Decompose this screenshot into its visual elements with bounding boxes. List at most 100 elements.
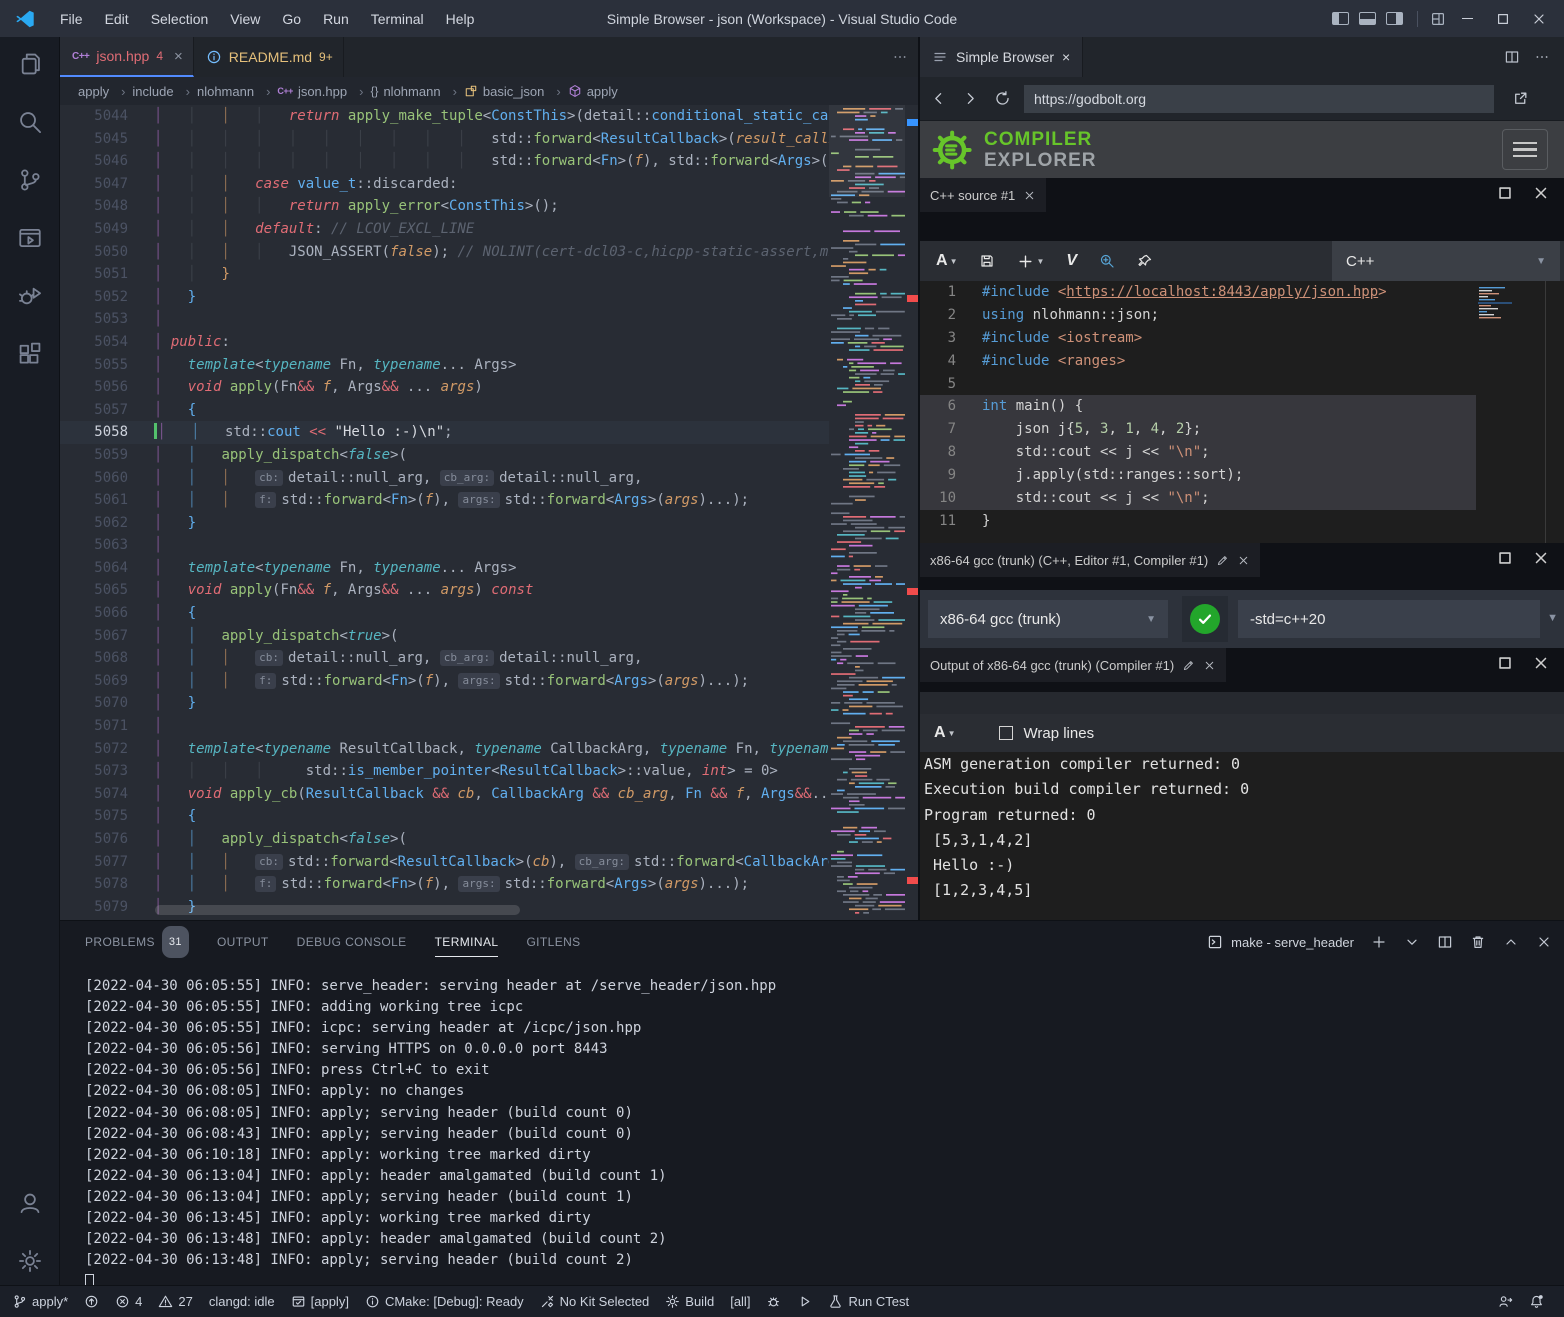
open-external-icon[interactable]: [1506, 85, 1534, 113]
code-line[interactable]: 5062│ }: [60, 512, 829, 535]
ce-code-line[interactable]: 9 j.apply(std::ranges::sort);: [920, 464, 1476, 487]
ce-code-line[interactable]: 8 std::cout << j << "\n";: [920, 441, 1476, 464]
ce-code-line[interactable]: 4#include <ranges>: [920, 350, 1476, 373]
edit-icon[interactable]: [1182, 659, 1195, 672]
ce-output-text[interactable]: ASM generation compiler returned: 0Execu…: [920, 752, 1564, 920]
editor-more-actions[interactable]: [892, 37, 920, 77]
code-line[interactable]: 5059│ │ apply_dispatch<false>(: [60, 444, 829, 467]
ce-code-line[interactable]: 11}: [920, 510, 1476, 533]
breadcrumb-item-json.hpp[interactable]: C++json.hpp: [277, 84, 370, 99]
code-line[interactable]: 5078│ │ │ f:std::forward<Fn>(f), args:st…: [60, 873, 829, 896]
minimize-icon[interactable]: [1452, 4, 1482, 34]
menu-run[interactable]: Run: [312, 11, 360, 27]
maximize-pane-icon[interactable]: [1496, 549, 1514, 567]
reload-icon[interactable]: [988, 85, 1016, 113]
url-input[interactable]: [1024, 85, 1494, 113]
close-browser-tab-icon[interactable]: ×: [1062, 49, 1070, 65]
code-line[interactable]: 5054│ public:: [60, 331, 829, 354]
editor-tab-README.md[interactable]: README.md9+: [194, 37, 344, 77]
activitybar-debug[interactable]: [0, 272, 60, 320]
breadcrumb-item-apply[interactable]: apply: [568, 84, 618, 99]
code-line[interactable]: 5045│ │ │ │ │ │ │ │ │ │ std::forward<Res…: [60, 128, 829, 151]
code-line[interactable]: 5075│ {: [60, 805, 829, 828]
close-icon[interactable]: [1237, 554, 1250, 567]
activitybar-account[interactable]: [0, 1179, 60, 1227]
customize-layout-icon[interactable]: [1430, 11, 1446, 27]
pin-icon[interactable]: [1137, 253, 1153, 269]
terminal-dropdown-icon[interactable]: [1404, 934, 1420, 950]
code-line[interactable]: 5049│ │ │ default: // LCOV_EXCL_LINE: [60, 218, 829, 241]
font-size-button[interactable]: A▼: [934, 724, 955, 742]
ce-source-tab[interactable]: C++ source #1: [920, 178, 1046, 212]
editor-tab-json.hpp[interactable]: C++json.hpp4×: [60, 37, 194, 77]
compiler-select[interactable]: x86-64 gcc (trunk)▼: [928, 600, 1168, 638]
code-line[interactable]: 5063│: [60, 534, 829, 557]
save-icon[interactable]: [979, 253, 995, 269]
code-line[interactable]: 5055│ template<typename Fn, typename... …: [60, 354, 829, 377]
code-line[interactable]: 5060│ │ │ cb:detail::null_arg, cb_arg:de…: [60, 467, 829, 490]
options-dropdown-icon[interactable]: ▼: [1547, 612, 1558, 624]
menu-view[interactable]: View: [219, 11, 271, 27]
ce-code-line[interactable]: 10 std::cout << j << "\n";: [920, 487, 1476, 510]
activitybar-source-control[interactable]: [0, 156, 60, 204]
status-item-apply-[interactable]: apply*: [12, 1294, 68, 1309]
language-select[interactable]: C++▼: [1332, 241, 1560, 281]
status-item-no-kit-selected[interactable]: No Kit Selected: [540, 1294, 650, 1309]
compiler-options-input[interactable]: -std=c++20: [1238, 600, 1540, 638]
close-panel-icon[interactable]: [1536, 934, 1552, 950]
code-line[interactable]: 5050│ │ │ │ JSON_ASSERT(false); // NOLIN…: [60, 241, 829, 264]
code-line[interactable]: 5069│ │ │ f:std::forward<Fn>(f), args:st…: [60, 670, 829, 693]
status-item-4[interactable]: 4: [115, 1294, 142, 1309]
code-line[interactable]: 5047│ │ │ case value_t::discarded:: [60, 173, 829, 196]
ce-code-line[interactable]: 7 json j{5, 3, 1, 4, 2};: [920, 418, 1476, 441]
ce-code-line[interactable]: 3#include <iostream>: [920, 327, 1476, 350]
breadcrumb-item-include[interactable]: include: [132, 84, 197, 99]
wrap-lines-checkbox[interactable]: [999, 726, 1013, 740]
activitybar-test[interactable]: [0, 214, 60, 262]
close-icon[interactable]: [1203, 659, 1216, 672]
toggle-panel-icon[interactable]: [1359, 12, 1376, 25]
ce-output-tab[interactable]: Output of x86-64 gcc (trunk) (Compiler #…: [920, 648, 1226, 682]
split-editor-icon[interactable]: [1504, 49, 1520, 65]
maximize-pane-icon[interactable]: [1496, 184, 1514, 202]
close-window-icon[interactable]: [1524, 4, 1554, 34]
edit-icon[interactable]: [1216, 554, 1229, 567]
ce-code-line[interactable]: 2using nlohmann::json;: [920, 304, 1476, 327]
simple-browser-tab[interactable]: Simple Browser ×: [920, 37, 1083, 77]
code-line[interactable]: 5061│ │ │ f:std::forward<Fn>(f), args:st…: [60, 489, 829, 512]
ce-code-editor[interactable]: 1#include <https://localhost:8443/apply/…: [920, 281, 1564, 543]
code-line[interactable]: 5074│ void apply_cb(ResultCallback && cb…: [60, 783, 829, 806]
code-line[interactable]: 5077│ │ │ cb:std::forward<ResultCallback…: [60, 851, 829, 874]
code-editor[interactable]: 5044│ │ │ │ return apply_make_tuple<Cons…: [60, 105, 829, 920]
code-line[interactable]: 5068│ │ │ cb:detail::null_arg, cb_arg:de…: [60, 647, 829, 670]
menu-selection[interactable]: Selection: [140, 11, 220, 27]
status-item[interactable]: [766, 1294, 781, 1309]
status-item[interactable]: [797, 1294, 812, 1309]
ce-compiler-tab[interactable]: x86-64 gcc (trunk) (C++, Editor #1, Comp…: [920, 543, 1260, 577]
code-line[interactable]: 5072│ template<typename ResultCallback, …: [60, 738, 829, 761]
new-terminal-icon[interactable]: [1371, 934, 1387, 950]
minimap-slider[interactable]: [829, 105, 905, 197]
breadcrumb-item-apply[interactable]: apply: [78, 84, 132, 99]
compile-status[interactable]: [1182, 596, 1228, 642]
status-item-cmake-debug-ready[interactable]: CMake: [Debug]: Ready: [365, 1294, 524, 1309]
compiler-explorer-logo-icon[interactable]: [932, 128, 976, 172]
zoom-icon[interactable]: [1099, 253, 1115, 269]
back-icon[interactable]: [924, 85, 952, 113]
toggle-secondary-sidebar-icon[interactable]: [1386, 12, 1403, 25]
ce-code-line[interactable]: 1#include <https://localhost:8443/apply/…: [920, 281, 1476, 304]
menu-help[interactable]: Help: [435, 11, 486, 27]
close-pane-icon[interactable]: [1532, 184, 1550, 202]
toggle-sidebar-icon[interactable]: [1332, 12, 1349, 25]
activitybar-files[interactable]: [0, 40, 60, 88]
split-terminal-icon[interactable]: [1437, 934, 1453, 950]
code-line[interactable]: 5048│ │ │ │ return apply_error<ConstThis…: [60, 195, 829, 218]
status-item[interactable]: [84, 1294, 99, 1309]
panel-tab-problems[interactable]: PROBLEMS31: [85, 927, 189, 957]
code-line[interactable]: 5076│ │ apply_dispatch<false>(: [60, 828, 829, 851]
panel-tab-debug-console[interactable]: DEBUG CONSOLE: [297, 927, 407, 957]
code-line[interactable]: 5064│ template<typename Fn, typename... …: [60, 557, 829, 580]
vim-toggle-button[interactable]: V: [1066, 252, 1077, 270]
code-line[interactable]: 5052│ }: [60, 286, 829, 309]
status-item-clangd-idle[interactable]: clangd: idle: [209, 1294, 275, 1309]
